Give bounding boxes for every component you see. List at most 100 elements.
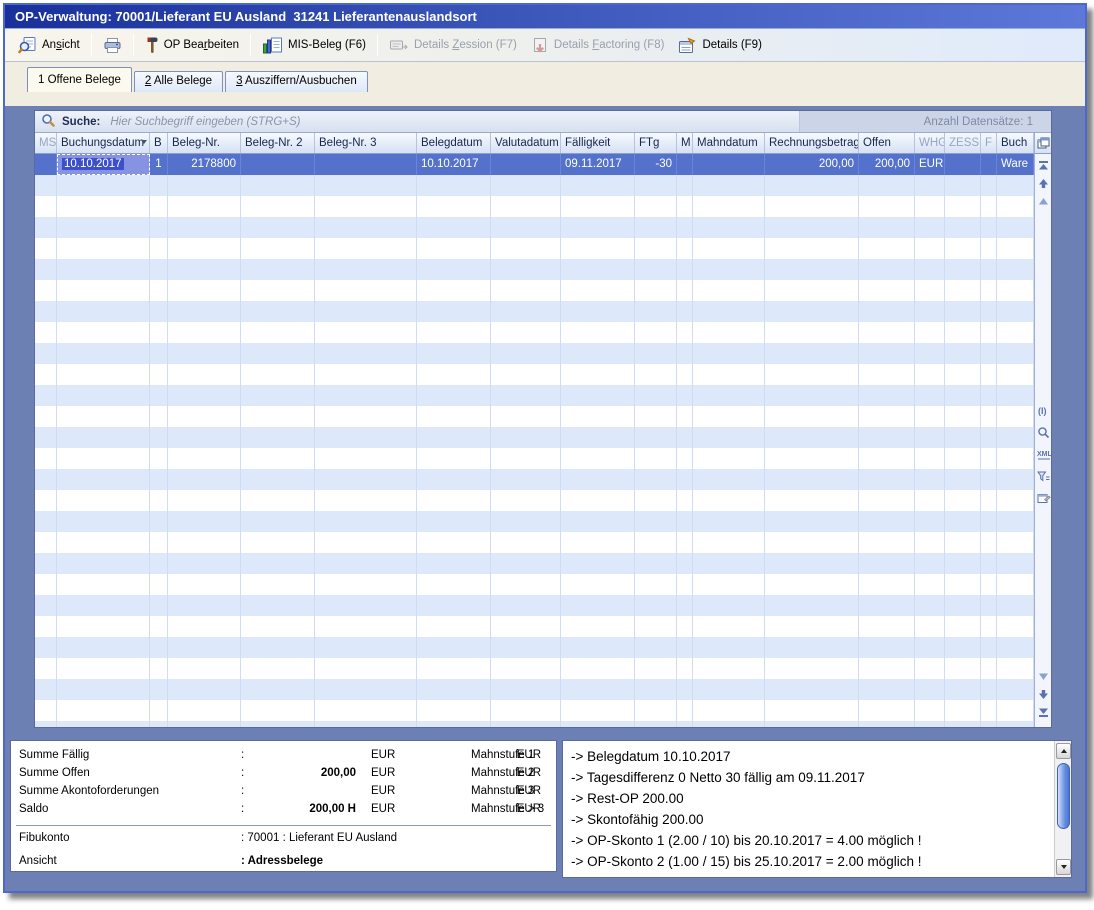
empty-cell: [561, 595, 635, 616]
column-header-rechnungsbetrag[interactable]: Rechnungsbetrag: [765, 133, 859, 153]
mis-beleg-button[interactable]: MIS-Beleg (F6): [255, 33, 373, 57]
column-picker-icon[interactable]: [1035, 133, 1051, 154]
scroll-down-button[interactable]: [1056, 859, 1071, 875]
column-header-buch[interactable]: Buch: [997, 133, 1034, 153]
indicator-icon[interactable]: (I): [1036, 404, 1051, 417]
cell-ms[interactable]: [35, 154, 57, 175]
empty-cell: [997, 301, 1034, 322]
cell-beleg-nr-[interactable]: 2178800: [168, 154, 241, 175]
column-header-beleg-nr-3[interactable]: Beleg-Nr. 3: [315, 133, 417, 153]
move-down-icon[interactable]: [1036, 688, 1051, 701]
column-header-whg[interactable]: WHG: [915, 133, 945, 153]
empty-cell: [677, 343, 693, 364]
empty-cell: [981, 511, 997, 532]
tab-alle-belege[interactable]: 2 Alle Belege: [134, 71, 223, 92]
empty-cell: [417, 721, 491, 727]
column-header-label: Rechnungsbetrag: [769, 137, 859, 149]
empty-cell: [915, 532, 945, 553]
column-header-b[interactable]: B: [150, 133, 168, 153]
column-header-ms[interactable]: MS: [35, 133, 57, 153]
scroll-down-icon[interactable]: [1036, 670, 1051, 683]
empty-cell: [417, 175, 491, 196]
column-header-f[interactable]: F: [981, 133, 997, 153]
filter-icon[interactable]: [1036, 470, 1051, 483]
details-scrollbar[interactable]: [1054, 741, 1071, 877]
empty-cell: [417, 511, 491, 532]
search-input[interactable]: Hier Suchbegriff eingeben (STRG+S): [110, 116, 799, 128]
cell-buchungsdatum[interactable]: 10.10.2017: [57, 154, 150, 175]
empty-cell: [765, 406, 859, 427]
empty-cell: [635, 721, 677, 727]
column-header-zess[interactable]: ZESS: [945, 133, 981, 153]
details-zession-button[interactable]: Details Zession (F7): [382, 34, 524, 56]
empty-cell: [981, 259, 997, 280]
cell-f-lligkeit[interactable]: 09.11.2017: [561, 154, 635, 175]
column-header-belegdatum[interactable]: Belegdatum: [417, 133, 491, 153]
empty-cell: [765, 721, 859, 727]
op-verwaltung-window: OP-Verwaltung: 70001/Lieferant EU Auslan…: [3, 3, 1087, 893]
empty-cell: [491, 532, 561, 553]
empty-cell: [491, 259, 561, 280]
tab-offene-belege[interactable]: 1 Offene Belege: [27, 67, 132, 92]
ansicht-button[interactable]: Ansicht: [11, 33, 87, 57]
scrollbar-thumb[interactable]: [1057, 763, 1070, 829]
empty-cell: [677, 448, 693, 469]
cell-f[interactable]: [981, 154, 997, 175]
column-header-beleg-nr-[interactable]: Beleg-Nr.: [168, 133, 241, 153]
empty-cell: [491, 721, 561, 727]
column-header-m[interactable]: M: [677, 133, 693, 153]
grid-search-bar[interactable]: Suche: Hier Suchbegriff eingeben (STRG+S…: [35, 111, 1051, 133]
empty-cell: [765, 658, 859, 679]
empty-cell: [150, 658, 168, 679]
cell-zess[interactable]: [945, 154, 981, 175]
column-header-valutadatum[interactable]: Valutadatum: [491, 133, 561, 153]
column-header-offen[interactable]: Offen: [859, 133, 915, 153]
edit-view-icon[interactable]: [1036, 492, 1051, 505]
search-rows-icon[interactable]: [1036, 426, 1051, 439]
column-header-mahndatum[interactable]: Mahndatum: [693, 133, 765, 153]
print-button[interactable]: [96, 34, 129, 57]
empty-cell: [491, 343, 561, 364]
empty-cell: [561, 385, 635, 406]
cell-belegdatum[interactable]: 10.10.2017: [417, 154, 491, 175]
empty-cell: [150, 196, 168, 217]
empty-cell: [765, 595, 859, 616]
empty-cell: [150, 343, 168, 364]
cell-valutadatum[interactable]: [491, 154, 561, 175]
details-factoring-button[interactable]: Details Factoring (F8): [524, 34, 672, 57]
table-row[interactable]: 10.10.20171217880010.10.201709.11.2017-3…: [35, 154, 1034, 175]
jump-top-icon[interactable]: [1036, 159, 1051, 172]
move-up-icon[interactable]: [1036, 177, 1051, 190]
column-header-f-lligkeit[interactable]: Fälligkeit: [561, 133, 635, 153]
cell-rechnungsbetrag[interactable]: 200,00: [765, 154, 859, 175]
details-button[interactable]: Details (F9): [671, 34, 768, 57]
empty-cell: [561, 364, 635, 385]
cell-b[interactable]: 1: [150, 154, 168, 175]
empty-cell: [677, 469, 693, 490]
empty-cell: [765, 448, 859, 469]
column-header-beleg-nr-2[interactable]: Beleg-Nr. 2: [241, 133, 315, 153]
cell-beleg-nr-3[interactable]: [315, 154, 417, 175]
empty-cell: [945, 301, 981, 322]
scroll-up-button[interactable]: [1056, 743, 1071, 759]
cell-ftg[interactable]: -30: [635, 154, 677, 175]
cell-beleg-nr-2[interactable]: [241, 154, 315, 175]
column-header-label: WHG: [919, 137, 945, 149]
empty-cell: [635, 658, 677, 679]
cell-mahndatum[interactable]: [693, 154, 765, 175]
cell-m[interactable]: [677, 154, 693, 175]
cell-whg[interactable]: EUR: [915, 154, 945, 175]
jump-bottom-icon[interactable]: [1036, 706, 1051, 719]
cell-buch[interactable]: Ware: [997, 154, 1034, 175]
empty-cell: [859, 700, 915, 721]
column-header-ftg[interactable]: FTg: [635, 133, 677, 153]
empty-cell: [765, 259, 859, 280]
empty-cell: [417, 364, 491, 385]
op-bearbeiten-button[interactable]: OP Bearbeiten: [138, 33, 246, 57]
cell-offen[interactable]: 200,00: [859, 154, 915, 175]
tab-ausziffern-ausbuchen[interactable]: 3 Ausziffern/Ausbuchen: [225, 71, 368, 92]
xml-export-icon[interactable]: XML: [1036, 448, 1051, 461]
empty-cell: [765, 322, 859, 343]
scroll-up-icon[interactable]: [1036, 195, 1051, 208]
column-header-buchungsdatum[interactable]: Buchungsdatum: [57, 133, 150, 153]
